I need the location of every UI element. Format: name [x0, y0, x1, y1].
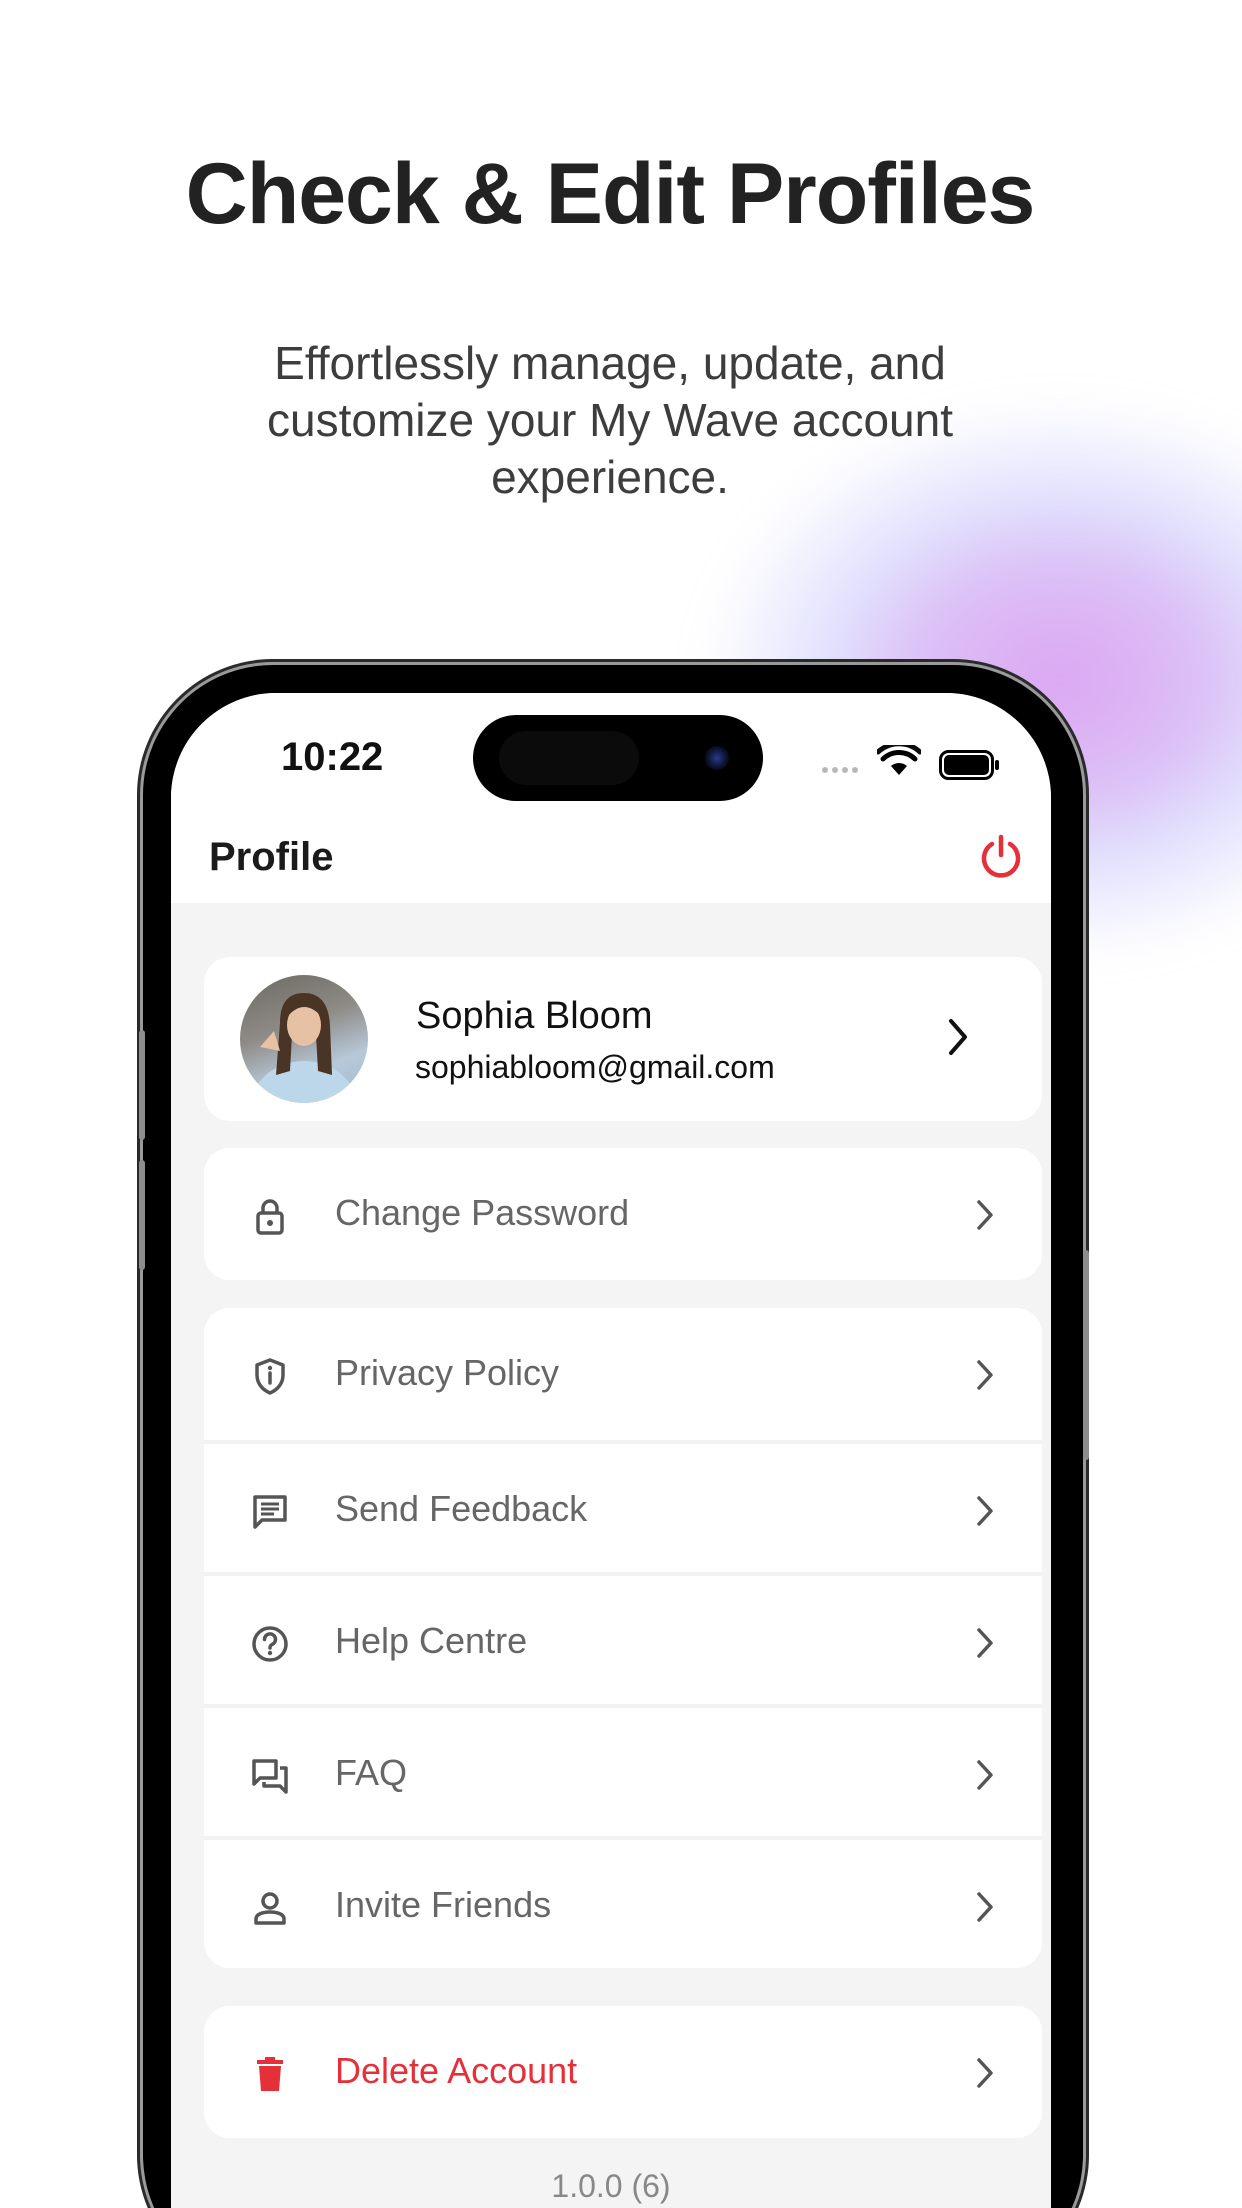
menu-item-send-feedback[interactable]: Send Feedback: [204, 1440, 1042, 1572]
security-group: Change Password: [204, 1148, 1042, 1280]
menu-item-label: Privacy Policy: [335, 1352, 560, 1393]
island-sensor: [499, 731, 639, 785]
menu-item-label: Help Centre: [335, 1620, 528, 1661]
page-title: Profile: [209, 835, 334, 879]
menu-item-label: FAQ: [335, 1752, 408, 1793]
lock-icon: [256, 1199, 284, 1235]
menu-item-label: Invite Friends: [335, 1884, 552, 1925]
menu-item-delete-account[interactable]: Delete Account: [204, 2006, 1042, 2138]
menu-item-help-centre[interactable]: Help Centre: [204, 1572, 1042, 1704]
chevron-right-icon: [977, 1200, 993, 1230]
app-header: 10:22 Profile: [171, 693, 1051, 903]
volume-up-button: [139, 1030, 145, 1140]
menu-item-label: Delete Account: [335, 2050, 578, 2091]
menu-item-label: Send Feedback: [335, 1488, 588, 1529]
volume-down-button: [139, 1160, 145, 1270]
message-icon: [253, 1495, 287, 1529]
profile-email: sophiabloom@gmail.com: [415, 1049, 775, 1085]
chat-bubbles-icon: [252, 1759, 288, 1794]
dynamic-island: [473, 715, 763, 801]
power-icon[interactable]: [977, 833, 1025, 881]
marketing-page: Check & Edit Profiles Effortlessly manag…: [0, 0, 1242, 2208]
chevron-right-icon: [977, 1628, 993, 1658]
wifi-icon: [877, 745, 921, 775]
cellular-signal-icon: [822, 767, 858, 773]
profile-name: Sophia Bloom: [416, 995, 653, 1037]
chevron-right-icon: [977, 1360, 993, 1390]
danger-group: Delete Account: [204, 2006, 1042, 2138]
avatar: [240, 975, 368, 1103]
profile-card[interactable]: Sophia Bloom sophiabloom@gmail.com: [204, 957, 1042, 1121]
chevron-right-icon: [949, 1019, 967, 1055]
headline: Check & Edit Profiles: [185, 146, 1036, 242]
shield-icon: [255, 1358, 285, 1395]
subheadline: Effortlessly manage, update, and customi…: [267, 337, 953, 503]
power-side-button: [1083, 1250, 1089, 1460]
chevron-right-icon: [977, 1496, 993, 1526]
status-time: 10:22: [281, 735, 384, 779]
chevron-right-icon: [977, 2058, 993, 2088]
menu-item-faq[interactable]: FAQ: [204, 1704, 1042, 1836]
menu-item-label: Change Password: [335, 1192, 630, 1233]
menu-item-privacy-policy[interactable]: Privacy Policy: [204, 1308, 1042, 1440]
trash-icon: [257, 2057, 283, 2091]
support-group: Privacy Policy Send Feedback Help Centre…: [204, 1308, 1042, 1968]
menu-item-invite-friends[interactable]: Invite Friends: [204, 1836, 1042, 1968]
person-icon: [254, 1892, 286, 1925]
battery-icon: [939, 750, 999, 780]
help-circle-icon: [252, 1626, 288, 1662]
camera-icon: [705, 746, 729, 770]
chevron-right-icon: [977, 1760, 993, 1790]
chevron-right-icon: [977, 1892, 993, 1922]
phone-screen: 10:22 Profile Sophia Bloom sophiabloom@g…: [171, 693, 1051, 2208]
menu-item-change-password[interactable]: Change Password: [204, 1148, 1042, 1280]
app-version: 1.0.0 (6): [551, 2168, 671, 2204]
